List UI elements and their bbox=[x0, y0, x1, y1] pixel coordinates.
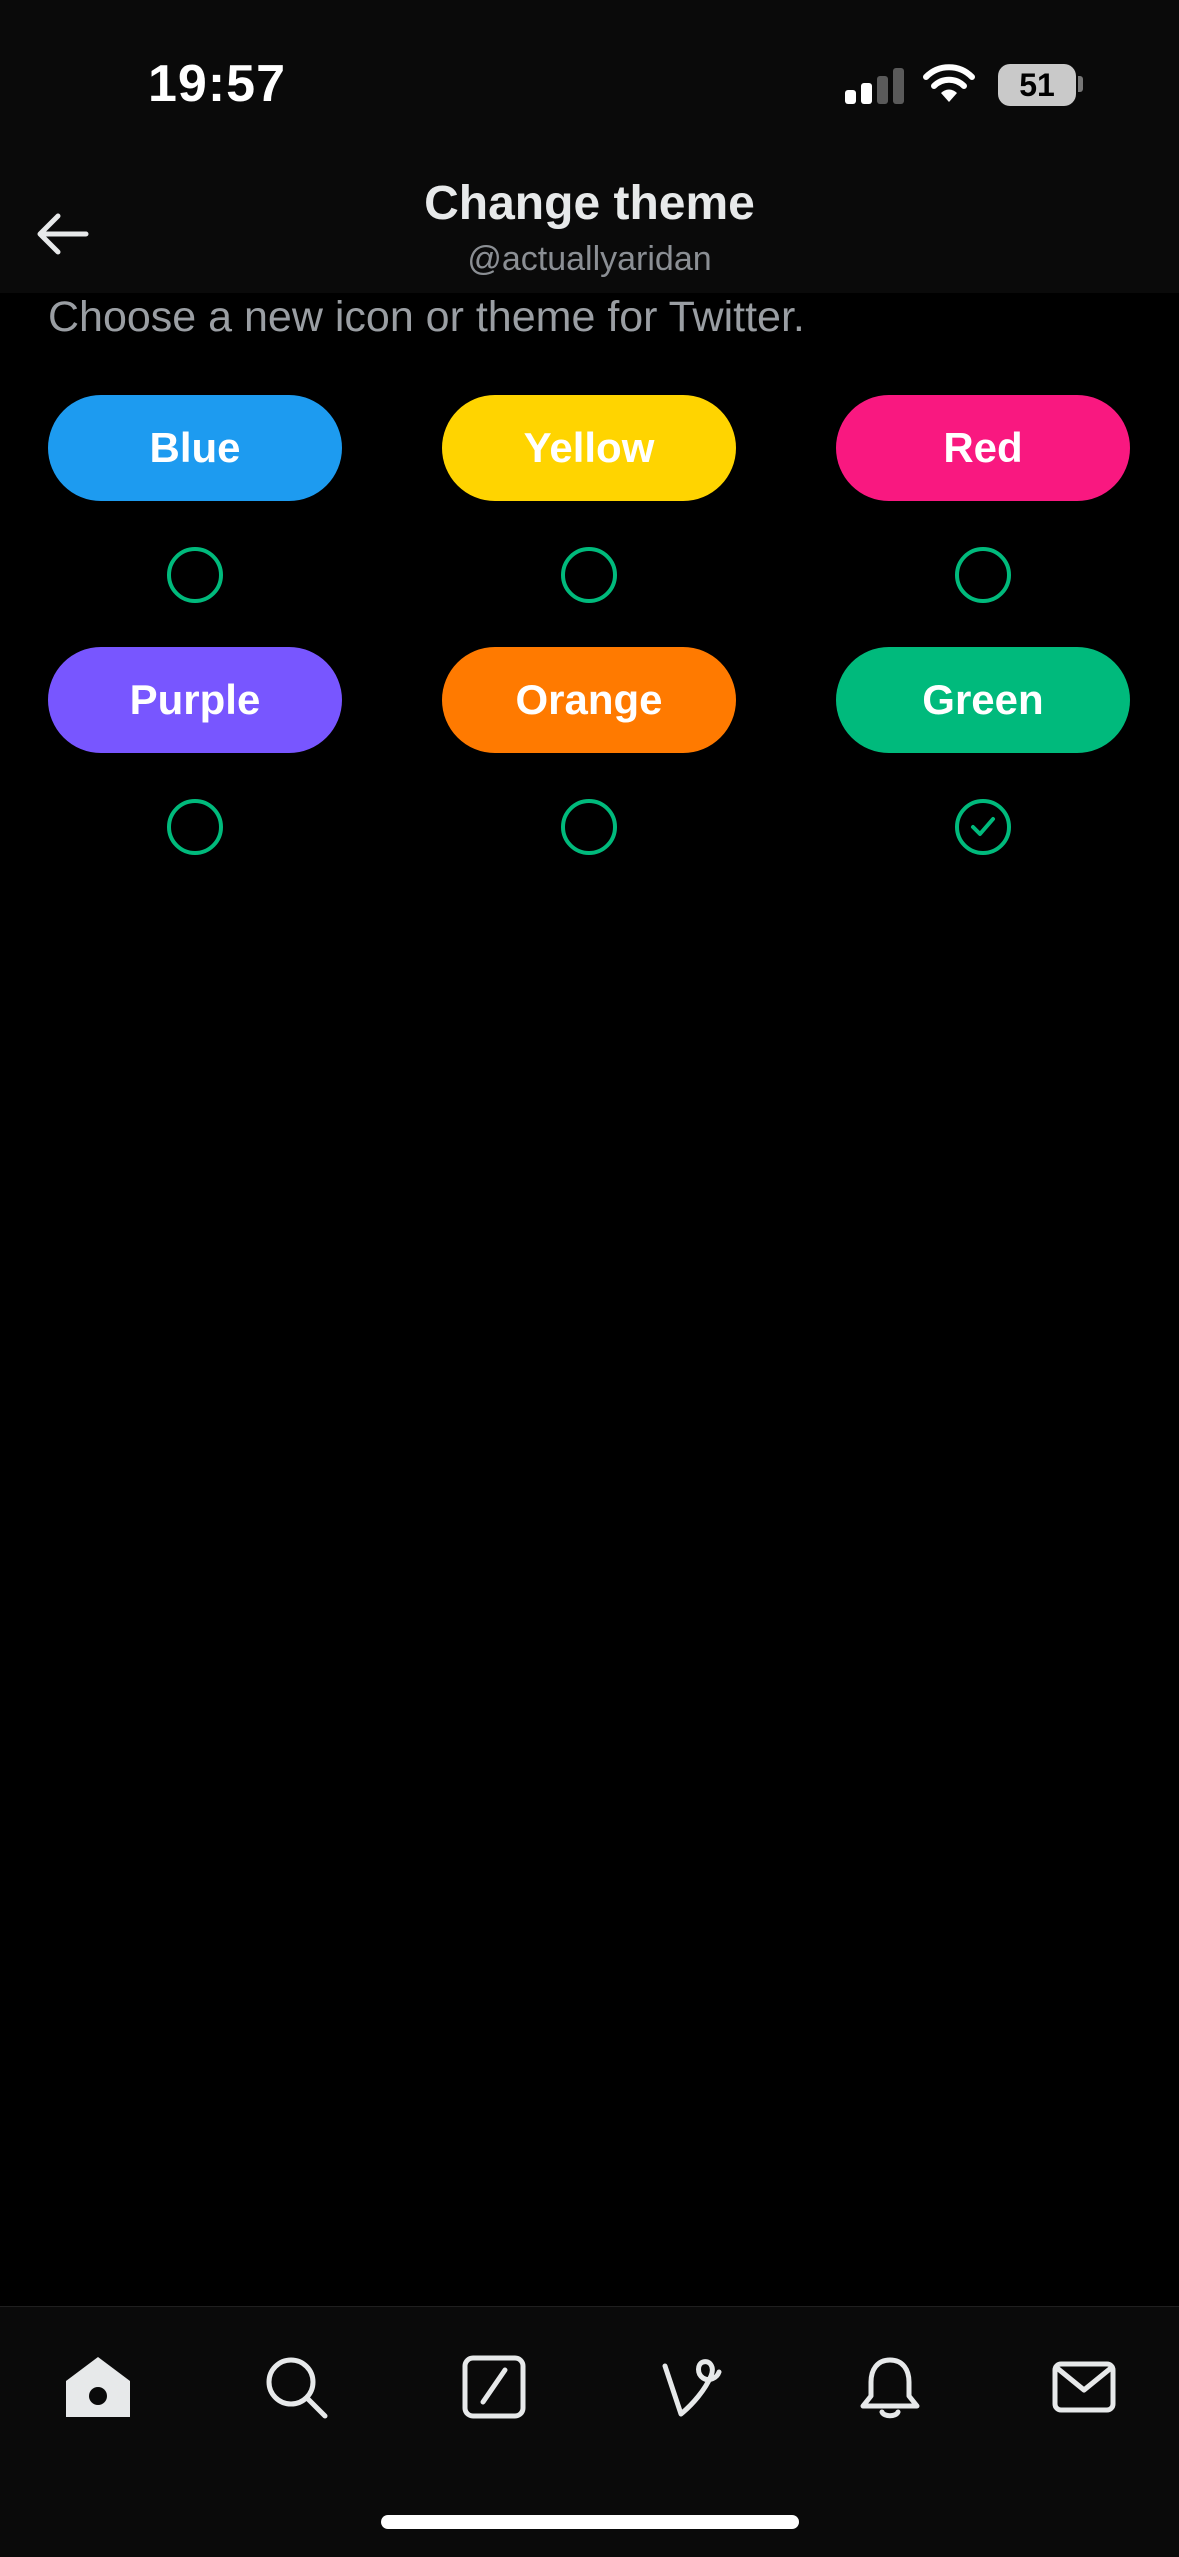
wifi-icon bbox=[923, 64, 975, 102]
status-time: 19:57 bbox=[148, 55, 286, 113]
radio-blue[interactable] bbox=[167, 547, 223, 603]
theme-label: Green bbox=[922, 676, 1044, 723]
tab-messages[interactable] bbox=[1044, 2347, 1124, 2427]
search-icon bbox=[266, 2357, 328, 2419]
tab-compose[interactable] bbox=[454, 2347, 534, 2427]
radio-purple[interactable] bbox=[167, 799, 223, 855]
page-description: Choose a new icon or theme for Twitter. bbox=[48, 293, 805, 341]
theme-option-red[interactable]: Red bbox=[836, 395, 1130, 501]
tab-vine[interactable] bbox=[652, 2347, 732, 2427]
theme-label: Yellow bbox=[523, 424, 655, 471]
theme-label: Red bbox=[943, 424, 1023, 471]
cellular-signal-icon bbox=[845, 68, 904, 104]
radio-red[interactable] bbox=[955, 547, 1011, 603]
tab-home[interactable] bbox=[58, 2347, 138, 2427]
nav-header: Change theme @actuallyaridan bbox=[0, 160, 1179, 293]
account-handle: @actuallyaridan bbox=[467, 240, 712, 278]
home-icon bbox=[66, 2357, 130, 2417]
compose-icon bbox=[462, 2355, 526, 2419]
theme-option-purple[interactable]: Purple bbox=[48, 647, 342, 753]
theme-label: Orange bbox=[515, 676, 663, 723]
battery-cap bbox=[1078, 76, 1083, 92]
status-bar: 19:57 51 bbox=[0, 0, 1179, 160]
checkmark-icon bbox=[971, 817, 995, 836]
vine-icon bbox=[662, 2359, 722, 2417]
theme-option-green[interactable]: Green bbox=[836, 647, 1130, 753]
bell-icon bbox=[860, 2357, 920, 2419]
theme-label: Purple bbox=[129, 676, 261, 723]
theme-option-blue[interactable]: Blue bbox=[48, 395, 342, 501]
tab-notifications[interactable] bbox=[850, 2347, 930, 2427]
theme-label: Blue bbox=[149, 424, 241, 471]
radio-green[interactable] bbox=[955, 799, 1011, 855]
radio-orange[interactable] bbox=[561, 799, 617, 855]
theme-option-yellow[interactable]: Yellow bbox=[442, 395, 736, 501]
radio-yellow[interactable] bbox=[561, 547, 617, 603]
tab-search[interactable] bbox=[256, 2347, 336, 2427]
home-indicator bbox=[381, 2515, 799, 2529]
battery-icon: 51 bbox=[998, 64, 1076, 106]
mail-icon bbox=[1052, 2361, 1116, 2413]
page-title: Change theme bbox=[424, 177, 755, 230]
theme-option-orange[interactable]: Orange bbox=[442, 647, 736, 753]
